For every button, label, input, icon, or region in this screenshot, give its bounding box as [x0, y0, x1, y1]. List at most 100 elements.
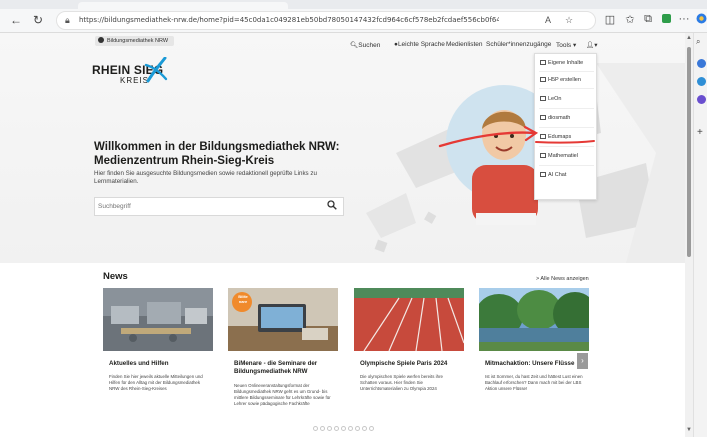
menu-item-edumaps[interactable]: Edumaps	[540, 131, 571, 143]
top-navigation: 🔍︎Suchen ●Leichte Sprache Medienlisten S…	[350, 41, 610, 53]
nav-user[interactable]: 👤︎▾	[586, 41, 598, 49]
scroll-down-icon[interactable]: ▼	[685, 427, 693, 433]
favorite-icon[interactable]: ☆	[565, 15, 573, 26]
hero-title-line1: Willkommen in der Bildungsmediathek NRW:	[94, 141, 340, 153]
edit-icon	[540, 59, 546, 65]
active-tab[interactable]	[78, 2, 288, 9]
news-heading: News	[103, 271, 128, 282]
url-text[interactable]: https://bildungsmediathek-nrw.de/home?pi…	[79, 16, 499, 24]
sidebar-app-icon[interactable]	[697, 59, 706, 68]
deco-polygon	[366, 193, 416, 238]
bimenare-image-badge: BiMe nare	[238, 294, 248, 304]
deco-square	[374, 239, 388, 253]
menu-separator	[539, 127, 594, 128]
news-card[interactable]: Aktuelles und Hilfen Finden Sie hier jew…	[103, 288, 213, 428]
news-card-title: Aktuelles und Hilfen	[109, 360, 169, 367]
browser-toolbar: ← ↻ 🔒︎ https://bildungsmediathek-nrw.de/…	[0, 9, 707, 33]
sidebar-app-icon[interactable]	[697, 77, 706, 86]
carousel-dot[interactable]	[362, 426, 367, 431]
menu-item-diosmath[interactable]: diosmath	[540, 112, 570, 124]
tools-dropdown: Eigene Inhalte H5P erstellen LeOn diosma…	[534, 53, 597, 200]
read-aloud-icon[interactable]: A	[545, 15, 551, 25]
all-news-link[interactable]: > Alle News anzeigen	[536, 276, 589, 282]
menu-separator	[539, 88, 594, 89]
carousel-dot[interactable]	[320, 426, 325, 431]
sidebar-search-icon[interactable]: ⌕	[696, 37, 700, 47]
carousel-dots	[313, 426, 383, 432]
hero-subtitle: Hier finden Sie ausgesuchte Bildungsmedi…	[94, 170, 317, 185]
menu-item-own-content[interactable]: Eigene Inhalte	[540, 57, 583, 69]
copilot-logo-icon	[696, 13, 706, 24]
search-box	[94, 197, 344, 216]
news-card-text: Die olympischen Spiele werfen bereits ih…	[360, 374, 443, 391]
edge-sidebar: ⌕ +	[693, 33, 707, 437]
favorites-icon[interactable]: ✩	[622, 13, 638, 26]
list-icon	[540, 152, 546, 158]
search-button[interactable]	[325, 200, 339, 214]
search-input[interactable]	[98, 200, 298, 213]
copilot-icon[interactable]	[693, 13, 707, 27]
hero-illustration	[366, 63, 685, 263]
carousel-dot[interactable]	[334, 426, 339, 431]
menu-separator	[539, 165, 594, 166]
menu-item-ai-chat[interactable]: AI Chat	[540, 169, 566, 181]
list-icon	[540, 114, 546, 120]
menu-separator	[539, 71, 594, 72]
logo-swoosh-icon	[144, 57, 168, 83]
nav-easy-language[interactable]: ●Leichte Sprache	[394, 41, 445, 48]
badge-label: Bildungsmediathek NRW	[107, 38, 169, 44]
refresh-icon[interactable]: ↻	[30, 12, 46, 28]
carousel-next-button[interactable]: ›	[577, 353, 588, 369]
menu-item-mathematiel[interactable]: Mathematiel	[540, 150, 578, 162]
collections-icon[interactable]: ⧉	[640, 13, 656, 26]
news-card[interactable]: Mitmachaktion: Unsere Flüsse Ist ist Som…	[479, 288, 589, 428]
nav-media-lists[interactable]: Medienlisten	[446, 41, 483, 48]
news-card-text: Neuen Onlineveranstaltungsformat der Bil…	[234, 383, 331, 406]
news-card-image	[354, 288, 464, 351]
nav-student-access[interactable]: Schüler*innenzugänge	[486, 41, 551, 48]
carousel-dot[interactable]	[348, 426, 353, 431]
mediathek-badge: Bildungsmediathek NRW	[95, 36, 175, 46]
sidebar-add-icon[interactable]: +	[697, 127, 703, 138]
carousel-dot[interactable]	[355, 426, 360, 431]
news-card-image	[103, 288, 213, 351]
sidebar-app-icon[interactable]	[697, 95, 706, 104]
nav-tools[interactable]: Tools ▾	[556, 41, 576, 49]
list-icon	[540, 95, 546, 101]
scroll-thumb[interactable]	[687, 47, 691, 257]
news-card-text: Ist ist Sommer, du hast Zeit und hättest…	[485, 374, 583, 391]
lock-icon: 🔒︎	[65, 15, 70, 25]
carousel-dot[interactable]	[313, 426, 318, 431]
list-icon	[540, 133, 546, 139]
menu-item-leon[interactable]: LeOn	[540, 93, 561, 105]
screen: ← ↻ 🔒︎ https://bildungsmediathek-nrw.de/…	[0, 0, 707, 437]
address-bar[interactable]: 🔒︎ https://bildungsmediathek-nrw.de/home…	[56, 11, 596, 30]
scroll-up-icon[interactable]: ▲	[685, 35, 693, 41]
web-page: Bildungsmediathek NRW RHEIN SIEG KREIS 🔍…	[0, 33, 685, 437]
menu-item-h5p[interactable]: H5P erstellen	[540, 74, 581, 86]
back-icon[interactable]: ←	[8, 12, 24, 28]
news-card[interactable]: Olympische Spiele Paris 2024 Die olympis…	[354, 288, 464, 428]
tab-strip	[0, 0, 707, 9]
news-card[interactable]: BiMe nare BiMenare - die Seminare der Bi…	[228, 288, 338, 428]
news-card-title: BiMenare - die Seminare der Bildungsmedi…	[234, 360, 318, 375]
deco-square	[424, 211, 437, 224]
nav-search[interactable]: 🔍︎Suchen	[350, 41, 380, 49]
news-card-text: Finden Sie hier jeweils aktuelle Mitteil…	[109, 374, 203, 391]
badge-dot-icon	[98, 37, 104, 44]
plus-box-icon	[540, 76, 546, 82]
carousel-dot[interactable]	[341, 426, 346, 431]
news-card-title: Mitmachaktion: Unsere Flüsse	[485, 360, 575, 367]
news-card-title: Olympische Spiele Paris 2024	[360, 360, 448, 367]
chat-icon	[540, 171, 546, 177]
carousel-dot[interactable]	[327, 426, 332, 431]
carousel-dot[interactable]	[369, 426, 374, 431]
search-icon	[327, 200, 337, 210]
rhein-sieg-logo[interactable]: RHEIN SIEG KREIS	[92, 57, 182, 89]
news-card-image	[479, 288, 589, 351]
hero-title-line2: Medienzentrum Rhein-Sieg-Kreis	[94, 155, 275, 167]
split-screen-icon[interactable]: ◫	[602, 13, 618, 26]
extensions-icon[interactable]	[658, 13, 674, 27]
page-scrollbar[interactable]: ▲ ▼	[685, 33, 693, 437]
more-icon[interactable]: ···	[676, 13, 692, 25]
